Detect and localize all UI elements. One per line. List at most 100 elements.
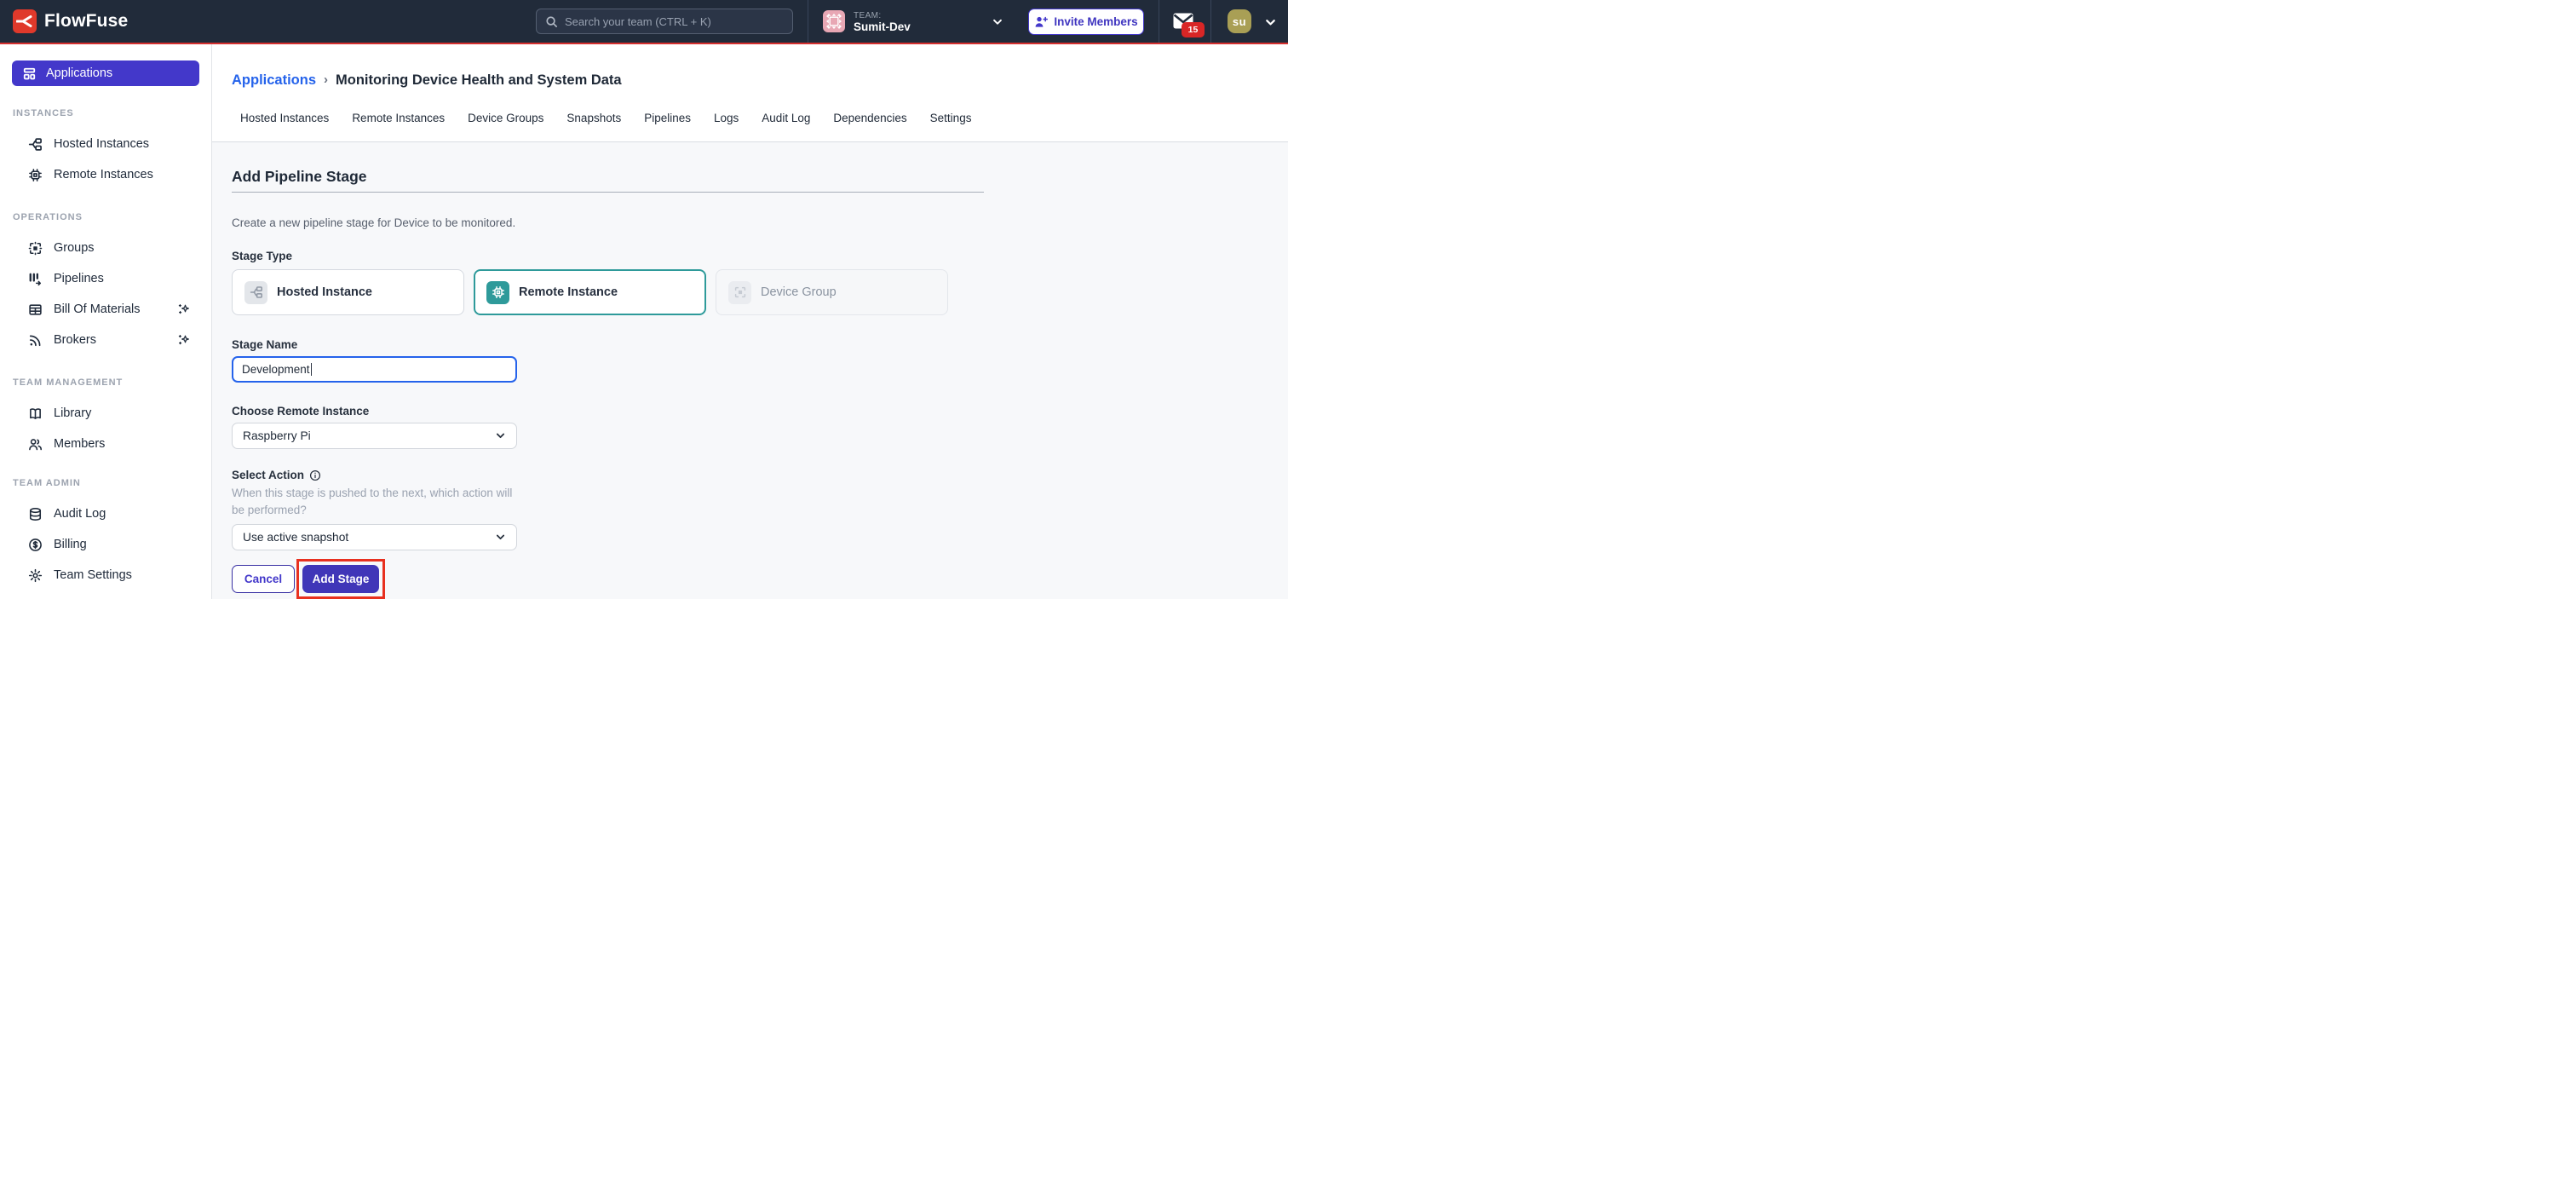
select-action-label-text: Select Action (232, 468, 304, 482)
sidebar-item-label: Remote Instances (54, 168, 153, 181)
members-people-icon (28, 437, 43, 452)
info-icon[interactable] (309, 469, 321, 481)
tab-settings[interactable]: Settings (930, 111, 972, 125)
chevron-down-icon (495, 532, 506, 543)
stage-name-input[interactable]: Development (232, 356, 517, 383)
invite-members-button[interactable]: Invite Members (1028, 9, 1144, 35)
page-header: Applications › Monitoring Device Health … (212, 44, 1288, 142)
sidebar-item-label: Library (54, 406, 91, 420)
billing-dollar-icon (28, 538, 43, 552)
sidebar-item-label: Audit Log (54, 507, 106, 521)
user-menu-chevron-down-icon[interactable] (1264, 16, 1277, 29)
device-group-icon (728, 281, 751, 304)
sidebar-item-hosted-instances[interactable]: Hosted Instances (0, 129, 211, 159)
page-title: Monitoring Device Health and System Data (336, 72, 622, 89)
divider (232, 192, 984, 193)
action-select[interactable]: Use active snapshot (232, 524, 517, 550)
sidebar-item-remote-instances[interactable]: Remote Instances (0, 159, 211, 190)
tab-remote-instances[interactable]: Remote Instances (352, 111, 445, 125)
invite-members-label: Invite Members (1054, 15, 1137, 28)
add-pipeline-stage-form: Add Pipeline Stage Create a new pipeline… (212, 142, 1288, 599)
sidebar-item-label: Brokers (54, 333, 96, 347)
breadcrumb-applications-link[interactable]: Applications (232, 72, 316, 89)
sidebar-item-members[interactable]: Members (0, 429, 211, 459)
audit-log-database-icon (28, 507, 43, 521)
add-stage-button[interactable]: Add Stage (302, 565, 379, 593)
tab-logs[interactable]: Logs (714, 111, 739, 125)
team-avatar (823, 10, 845, 32)
remote-instances-chip-icon (28, 168, 43, 182)
sidebar-item-label: Bill Of Materials (54, 302, 141, 316)
tab-audit-log[interactable]: Audit Log (762, 111, 810, 125)
action-value: Use active snapshot (243, 531, 348, 544)
pipelines-icon (28, 272, 43, 286)
notification-count-badge: 15 (1182, 22, 1205, 37)
sidebar-item-team-settings[interactable]: Team Settings (0, 560, 211, 590)
stage-type-device-group: Device Group (716, 269, 948, 315)
library-book-icon (28, 406, 43, 421)
hosted-instance-icon (244, 281, 267, 304)
stage-name-value: Development (242, 363, 310, 376)
breadcrumb-separator: › (324, 72, 328, 89)
sidebar-item-pipelines[interactable]: Pipelines (0, 263, 211, 294)
stage-type-hosted-instance[interactable]: Hosted Instance (232, 269, 464, 315)
sidebar-item-label: Members (54, 437, 105, 451)
sidebar-item-applications[interactable]: Applications (12, 60, 199, 86)
form-title: Add Pipeline Stage (232, 168, 1288, 186)
nav-divider (1210, 0, 1211, 43)
sidebar-section-operations: OPERATIONS (13, 212, 211, 222)
sidebar-item-label: Billing (54, 538, 87, 551)
sidebar-item-library[interactable]: Library (0, 398, 211, 429)
cancel-button[interactable]: Cancel (232, 565, 295, 593)
stage-type-options: Hosted Instance Remote Instance (232, 269, 1288, 315)
gear-icon (28, 568, 43, 583)
stage-type-option-label: Remote Instance (519, 285, 618, 299)
stage-type-label: Stage Type (232, 249, 1288, 263)
remote-instance-select[interactable]: Raspberry Pi (232, 423, 517, 449)
person-plus-icon (1034, 15, 1048, 29)
sidebar-item-groups[interactable]: Groups (0, 233, 211, 263)
search-icon (545, 15, 558, 28)
search-input[interactable]: Search your team (CTRL + K) (536, 9, 793, 34)
bill-of-materials-table-icon (28, 302, 43, 317)
applications-grid-icon (22, 66, 37, 81)
brand-name: FlowFuse (44, 11, 128, 32)
flowfuse-logo-icon (13, 9, 37, 33)
brand[interactable]: FlowFuse (13, 0, 128, 43)
tab-hosted-instances[interactable]: Hosted Instances (240, 111, 329, 125)
sidebar-item-label: Applications (46, 66, 112, 80)
sidebar: Applications INSTANCES Hosted Instances (0, 44, 212, 599)
stage-name-label: Stage Name (232, 337, 1288, 352)
tab-device-groups[interactable]: Device Groups (468, 111, 543, 125)
sidebar-item-brokers[interactable]: Brokers (0, 325, 211, 355)
sidebar-section-team-management: TEAM MANAGEMENT (13, 377, 211, 388)
top-navbar: FlowFuse Search your team (CTRL + K) (0, 0, 1288, 44)
breadcrumb: Applications › Monitoring Device Health … (232, 72, 1288, 89)
stage-type-option-label: Device Group (761, 285, 837, 299)
team-name: Sumit-Dev (854, 21, 911, 32)
choose-remote-instance-label: Choose Remote Instance (232, 404, 1288, 418)
sidebar-item-billing[interactable]: Billing (0, 529, 211, 560)
sidebar-item-bill-of-materials[interactable]: Bill Of Materials (0, 294, 211, 325)
user-avatar[interactable]: su (1228, 9, 1251, 33)
select-action-help-text: When this stage is pushed to the next, w… (232, 485, 528, 519)
team-switcher[interactable]: TEAM: Sumit-Dev (823, 10, 911, 32)
tab-dependencies[interactable]: Dependencies (833, 111, 906, 125)
hosted-instances-branch-icon (28, 137, 43, 152)
annotation-highlight-box: Add Stage (296, 559, 385, 599)
sparkles-icon (177, 302, 191, 316)
form-actions: Cancel Add Stage (232, 559, 1288, 599)
tab-snapshots[interactable]: Snapshots (566, 111, 621, 125)
team-chevron-down-icon[interactable] (992, 16, 1003, 28)
text-cursor (311, 363, 313, 376)
sparkles-icon (177, 333, 191, 347)
stage-type-option-label: Hosted Instance (277, 285, 372, 299)
sidebar-section-team-admin: TEAM ADMIN (13, 478, 211, 488)
form-description: Create a new pipeline stage for Device t… (232, 216, 1288, 231)
stage-type-remote-instance[interactable]: Remote Instance (474, 269, 706, 315)
sidebar-item-label: Groups (54, 241, 95, 255)
sidebar-item-audit-log[interactable]: Audit Log (0, 498, 211, 529)
sidebar-item-label: Pipelines (54, 272, 104, 285)
groups-chip-icon (28, 241, 43, 256)
tab-pipelines[interactable]: Pipelines (644, 111, 691, 125)
